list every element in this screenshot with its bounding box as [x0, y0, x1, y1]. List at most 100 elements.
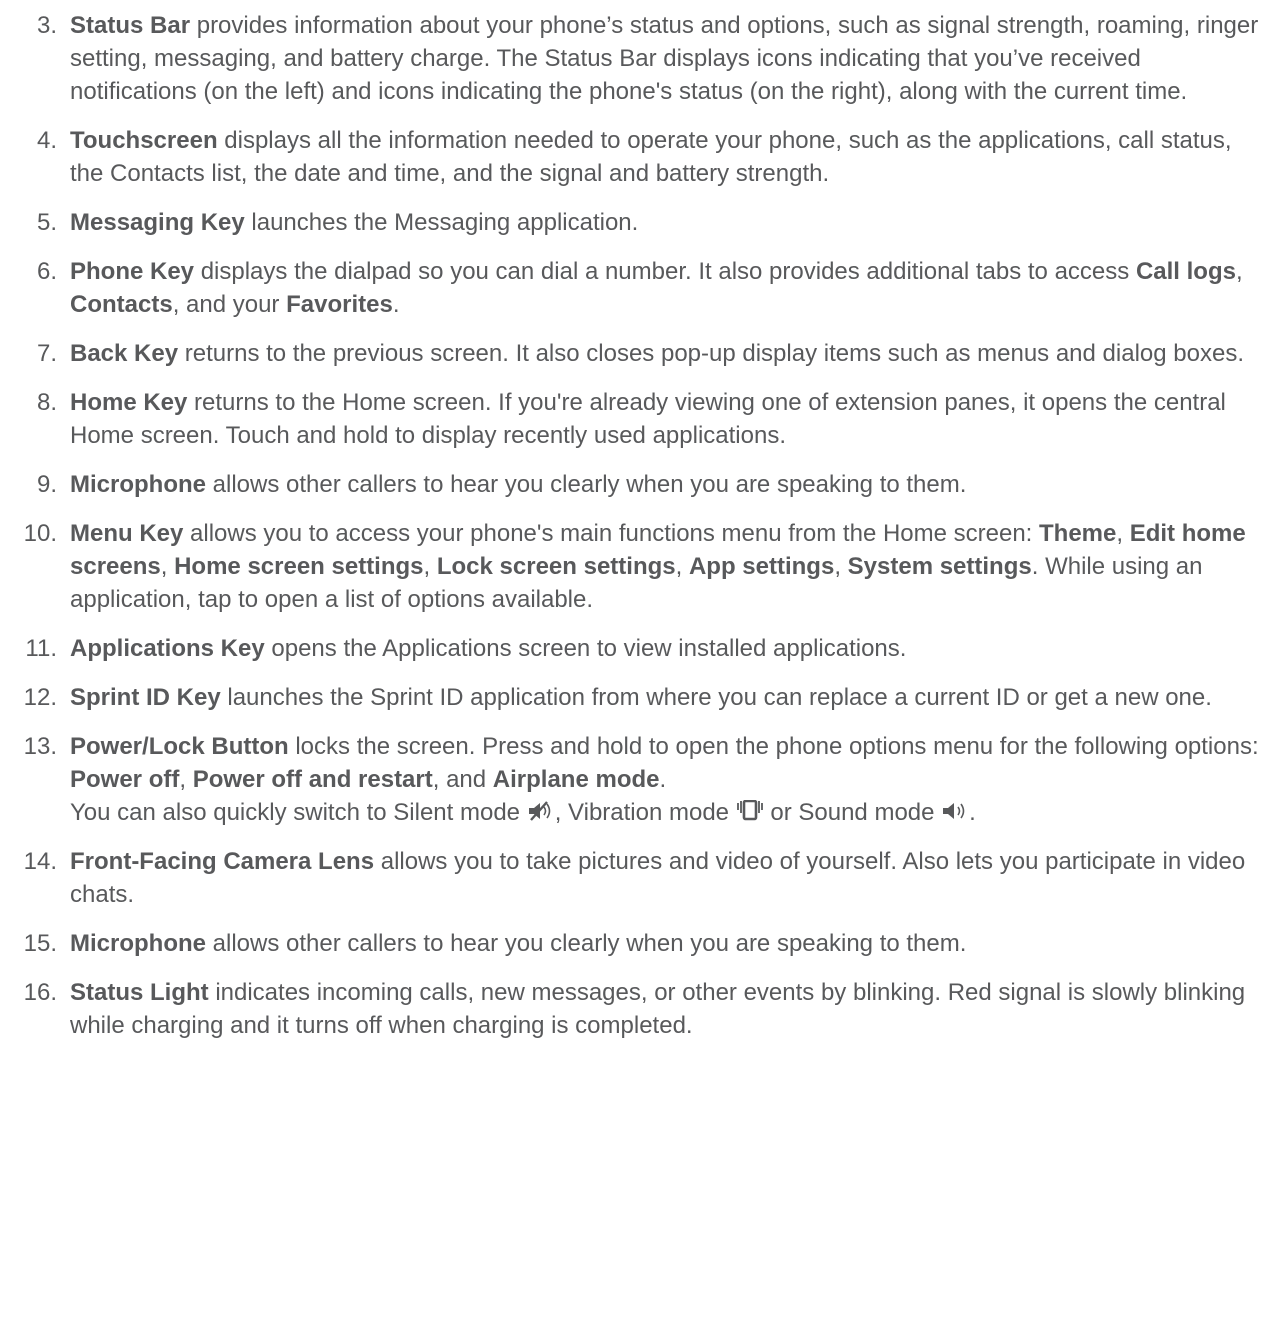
item-number: 12.: [23, 684, 57, 711]
bold-term: Microphone: [70, 930, 206, 957]
list-item: 6. Phone Key displays the dialpad so you …: [0, 255, 1281, 321]
bold-term: Front-Facing Camera Lens: [70, 848, 375, 875]
item-number: 6.: [36, 258, 57, 285]
item-text: returns to the Home screen. If you're al…: [70, 389, 1226, 449]
item-body: Home Key returns to the Home screen. If …: [70, 389, 1226, 449]
bold-term: Status Light: [70, 979, 209, 1006]
sound-mode-icon: [941, 796, 969, 829]
item-text: , Vibration mode: [554, 799, 736, 826]
bold-term: App settings: [688, 553, 835, 580]
item-text: opens the Applications screen to view in…: [264, 635, 907, 662]
bold-term: Home Key: [70, 389, 188, 416]
item-number: 13.: [23, 733, 57, 760]
list-item: 10. Menu Key allows you to access your ph…: [0, 517, 1281, 616]
item-number: 4.: [36, 127, 57, 154]
list-item: 9. Microphone allows other callers to hea…: [0, 468, 1281, 501]
item-number: 5.: [36, 209, 57, 236]
item-text: ,: [1235, 258, 1243, 285]
item-number: 8.: [36, 389, 57, 416]
bold-term: Power off and restart: [192, 766, 433, 793]
list-item: 12. Sprint ID Key launches the Sprint ID …: [0, 681, 1281, 714]
item-body: Touchscreen displays all the information…: [70, 127, 1232, 187]
item-body: Status Bar provides information about yo…: [70, 12, 1258, 105]
bold-term: Home screen settings: [174, 553, 424, 580]
item-text: ,: [160, 553, 175, 580]
item-text: ,: [675, 553, 689, 580]
item-continuation: You can also quickly switch to Silent mo…: [70, 796, 1269, 829]
item-number: 11.: [25, 635, 57, 662]
list-item: 7. Back Key returns to the previous scree…: [0, 337, 1281, 370]
item-text: ,: [423, 553, 437, 580]
item-body: Power/Lock Button locks the screen. Pres…: [70, 733, 1259, 793]
list-item: 5. Messaging Key launches the Messaging a…: [0, 206, 1281, 239]
item-number: 9.: [36, 471, 57, 498]
bold-term: Messaging Key: [70, 209, 245, 236]
item-text: locks the screen. Press and hold to open…: [288, 733, 1259, 760]
item-text: returns to the previous screen. It also …: [178, 340, 1244, 367]
item-number: 14.: [23, 848, 57, 875]
numbered-list: 3. Status Bar provides information about …: [0, 9, 1281, 1042]
item-body: Front-Facing Camera Lens allows you to t…: [70, 848, 1245, 908]
item-text: launches the Sprint ID application from …: [220, 684, 1212, 711]
item-body: Microphone allows other callers to hear …: [70, 471, 966, 498]
bold-term: Phone Key: [70, 258, 195, 285]
silent-mode-icon: [527, 796, 555, 829]
item-body: Back Key returns to the previous screen.…: [70, 340, 1244, 367]
bold-term: Status Bar: [70, 12, 191, 39]
bold-term: Back Key: [70, 340, 179, 367]
list-item: 16. Status Light indicates incoming calls…: [0, 976, 1281, 1042]
bold-term: Favorites: [286, 291, 393, 318]
item-text: provides information about your phone’s …: [70, 12, 1259, 105]
item-body: Status Light indicates incoming calls, n…: [70, 979, 1245, 1039]
bold-term: Airplane mode: [492, 766, 660, 793]
item-text: , and your: [172, 291, 287, 318]
item-body: Sprint ID Key launches the Sprint ID app…: [70, 684, 1212, 711]
item-text: , and: [432, 766, 493, 793]
bold-term: Lock screen settings: [436, 553, 676, 580]
bold-term: Touchscreen: [70, 127, 218, 154]
vibration-mode-icon: [736, 796, 764, 829]
bold-term: System settings: [847, 553, 1032, 580]
item-text: ,: [179, 766, 193, 793]
item-text: indicates incoming calls, new messages, …: [70, 979, 1246, 1039]
list-item: 4. Touchscreen displays all the informati…: [0, 124, 1281, 190]
item-text: allows other callers to hear you clearly…: [206, 930, 967, 957]
list-item: 8. Home Key returns to the Home screen. I…: [0, 386, 1281, 452]
item-text: displays all the information needed to o…: [70, 127, 1232, 187]
list-item: 14. Front-Facing Camera Lens allows you t…: [0, 845, 1281, 911]
bold-term: Menu Key: [70, 520, 184, 547]
item-number: 10.: [23, 520, 57, 547]
item-body: Menu Key allows you to access your phone…: [70, 520, 1246, 613]
bold-term: Call logs: [1135, 258, 1236, 285]
list-item: 15. Microphone allows other callers to he…: [0, 927, 1281, 960]
bold-term: Power off: [70, 766, 180, 793]
item-text: You can also quickly switch to Silent mo…: [70, 799, 527, 826]
bold-term: Contacts: [70, 291, 173, 318]
item-body: Applications Key opens the Applications …: [70, 635, 906, 662]
list-item: 13. Power/Lock Button locks the screen. P…: [0, 730, 1281, 829]
item-number: 15.: [23, 930, 57, 957]
item-text: .: [659, 766, 667, 793]
item-body: Messaging Key launches the Messaging app…: [70, 209, 638, 236]
item-body: Phone Key displays the dialpad so you ca…: [70, 258, 1243, 318]
bold-term: Sprint ID Key: [70, 684, 221, 711]
item-text: displays the dialpad so you can dial a n…: [194, 258, 1136, 285]
item-text: .: [969, 799, 976, 826]
item-number: 7.: [36, 340, 57, 367]
item-text: allows other callers to hear you clearly…: [206, 471, 967, 498]
bold-term: Microphone: [70, 471, 206, 498]
bold-term: Power/Lock Button: [70, 733, 289, 760]
item-number: 3.: [36, 12, 57, 39]
item-number: 16.: [23, 979, 57, 1006]
item-body: Microphone allows other callers to hear …: [70, 930, 966, 957]
bold-term: Applications Key: [70, 635, 265, 662]
item-text: allows you to access your phone's main f…: [183, 520, 1040, 547]
item-text: ,: [834, 553, 848, 580]
bold-term: Theme: [1039, 520, 1117, 547]
item-text: ,: [1116, 520, 1130, 547]
item-text: launches the Messaging application.: [244, 209, 639, 236]
item-text: .: [392, 291, 400, 318]
list-item: 11. Applications Key opens the Applicatio…: [0, 632, 1281, 665]
item-text: or Sound mode: [763, 799, 942, 826]
list-item: 3. Status Bar provides information about …: [0, 9, 1281, 108]
